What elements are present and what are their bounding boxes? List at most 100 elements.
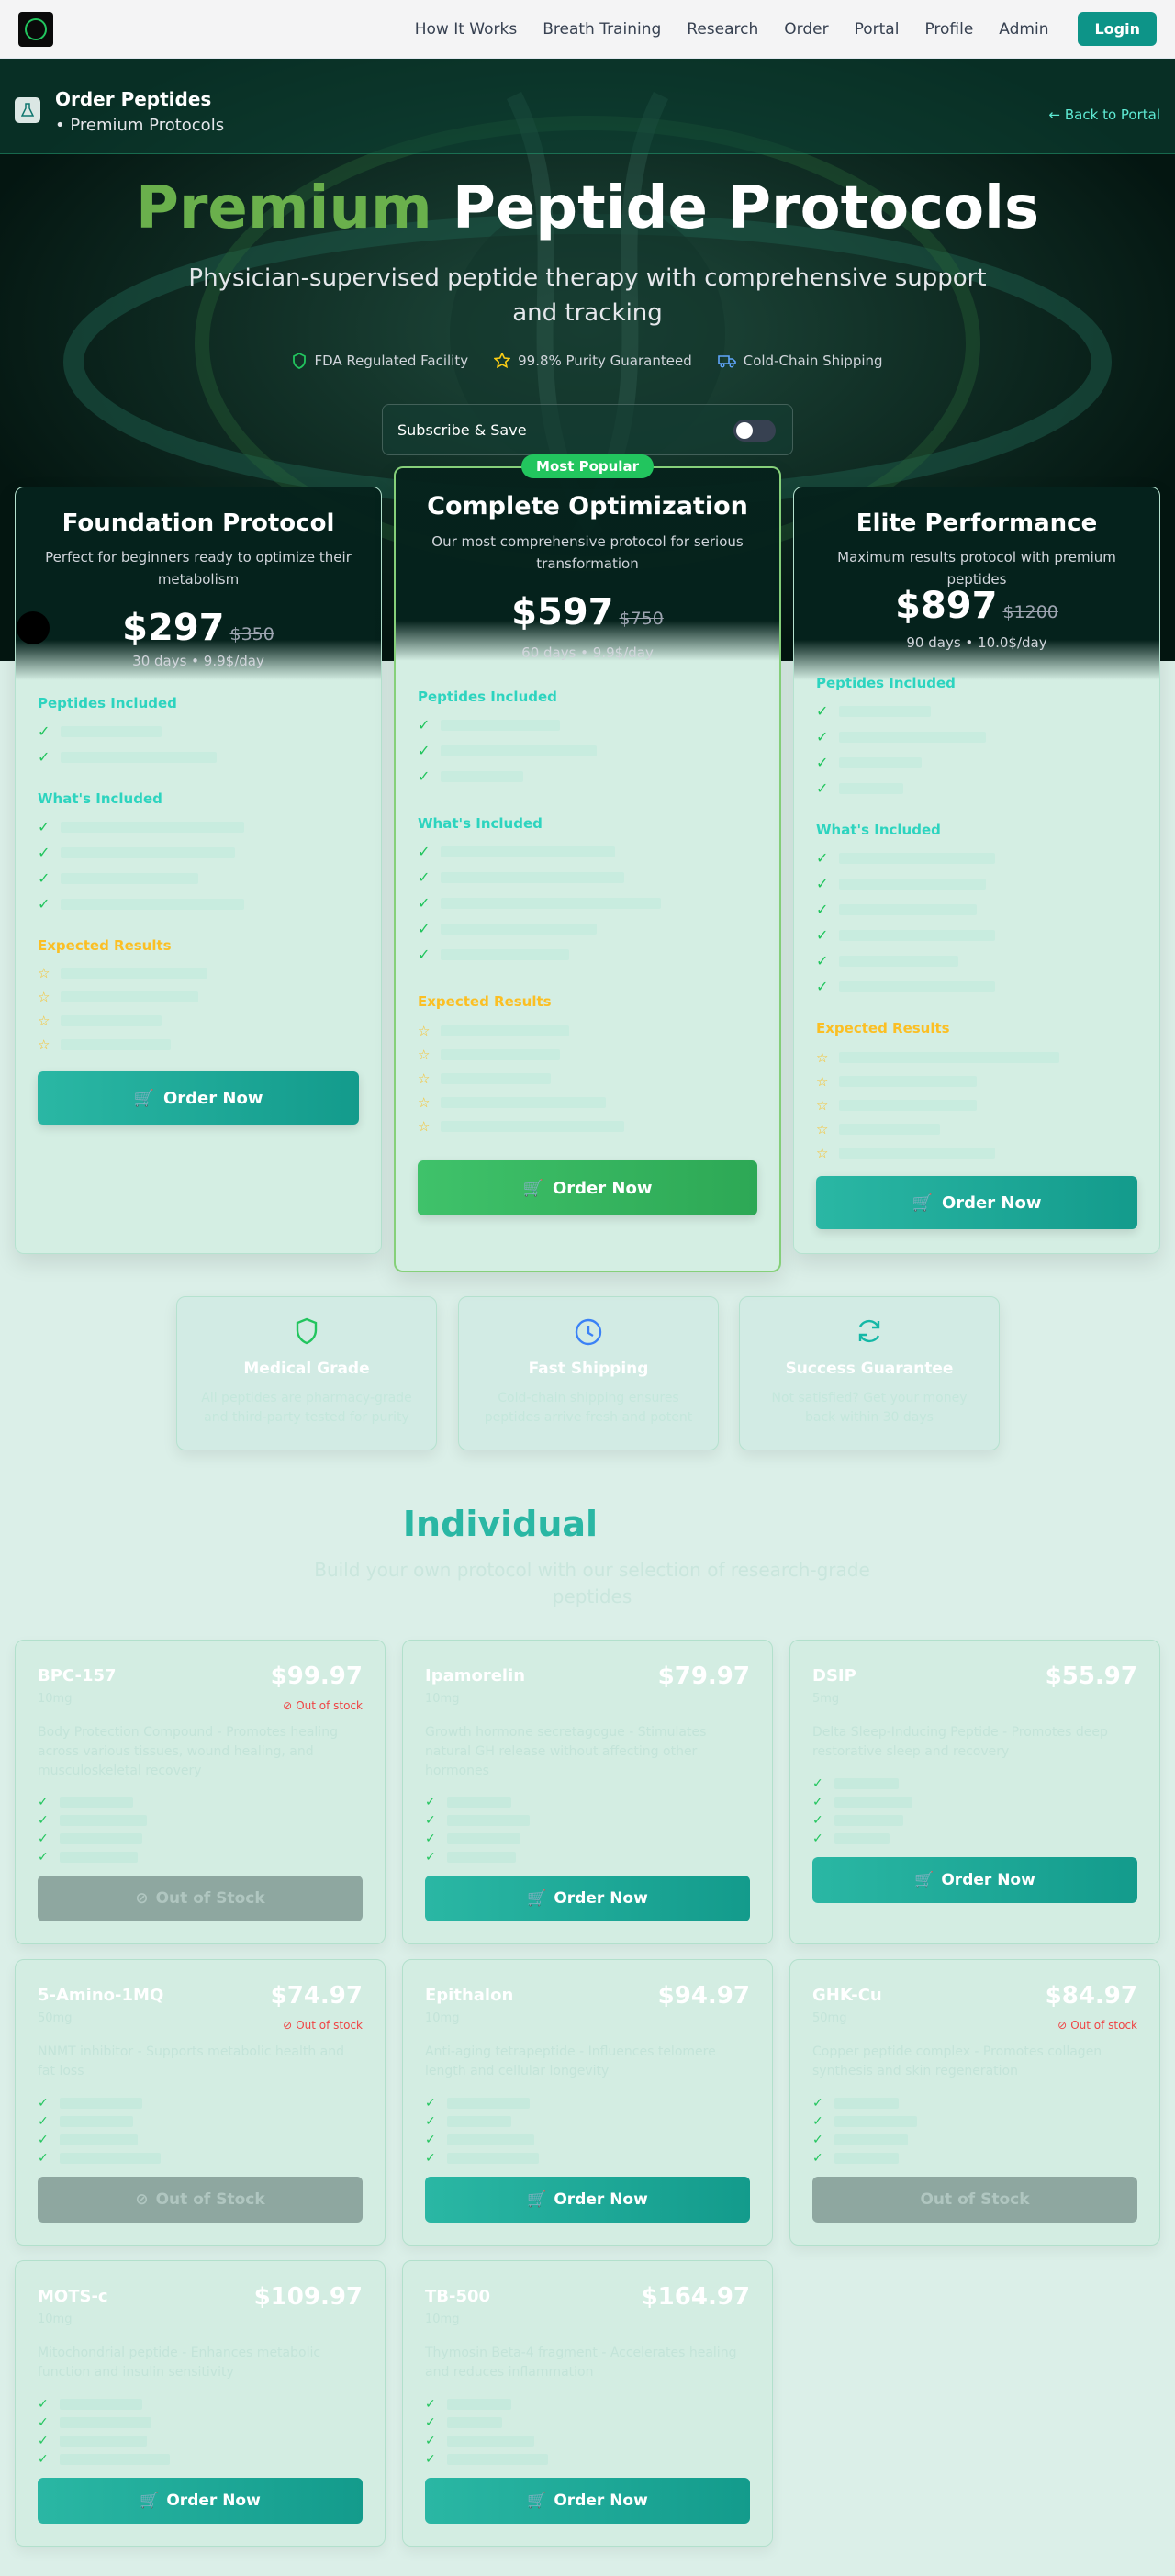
nav-link-order[interactable]: Order	[784, 20, 828, 39]
flask-icon	[15, 97, 40, 123]
plan-duration: 90 days • 10.0$/day	[906, 634, 1047, 651]
nav-link-research[interactable]: Research	[687, 20, 758, 39]
cart-icon: 🛒	[140, 2492, 160, 2510]
product-card-tb-500: TB-500 $164.97 10mg Thymosin Beta-4 frag…	[402, 2260, 773, 2547]
star-icon: ☆	[38, 989, 50, 1005]
product-description: Growth hormone secretagogue - Stimulates…	[425, 1725, 707, 1778]
most-popular-badge: Most Popular	[521, 454, 654, 478]
order-now-button[interactable]: 🛒 Order Now	[38, 1071, 359, 1125]
list-item: ✓	[816, 978, 996, 995]
feature-description: Cold-chain shipping ensures peptides arr…	[484, 1391, 693, 1425]
star-icon: ☆	[816, 1097, 829, 1114]
star-icon	[494, 353, 511, 369]
list-item: ✓	[816, 702, 932, 720]
product-description: Delta Sleep-Inducing Peptide - Promotes …	[812, 1725, 1108, 1759]
star-icon: ☆	[418, 1094, 431, 1111]
list-item: ✓	[418, 767, 524, 785]
subscribe-toggle[interactable]	[733, 420, 776, 442]
decorative-circle	[17, 611, 50, 644]
check-icon: ✓	[812, 1776, 823, 1791]
list-item: ✓	[812, 2151, 899, 2166]
plan-title: Elite Performance	[856, 510, 1098, 537]
peptides-heading: Peptides Included	[38, 695, 177, 711]
list-item: ✓	[816, 728, 987, 745]
feature-card-medical-grade: Medical Grade All peptides are pharmacy-…	[176, 1296, 437, 1450]
order-now-button[interactable]: 🛒 Order Now	[425, 2478, 750, 2524]
nav-link-portal[interactable]: Portal	[855, 20, 900, 39]
product-price: $109.97	[253, 2283, 363, 2311]
feature-card-fast-shipping: Fast Shipping Cold-chain shipping ensure…	[458, 1296, 719, 1450]
star-icon: ☆	[418, 1023, 431, 1039]
list-item: ☆	[418, 1070, 552, 1087]
order-now-button[interactable]: 🛒 Order Now	[812, 1857, 1137, 1903]
order-now-button[interactable]: 🛒 Order Now	[425, 2177, 750, 2223]
login-button[interactable]: Login	[1078, 12, 1157, 46]
check-icon: ✓	[38, 844, 50, 861]
check-icon: ✓	[418, 920, 431, 937]
list-item: ☆	[38, 1036, 172, 1053]
back-to-portal-link[interactable]: ← Back to Portal	[1049, 106, 1160, 123]
product-card-5-amino-1mq: 5-Amino-1MQ $74.97 50mg ⊘ Out of stock NN…	[15, 1959, 386, 2246]
list-item: ✓	[38, 1831, 142, 1846]
plan-duration: 60 days • 9.9$/day	[521, 644, 654, 661]
page-title: Order Peptides	[55, 88, 212, 110]
product-price: $84.97	[1045, 1982, 1137, 2010]
out-of-stock-button[interactable]: ⊘ Out of Stock	[38, 1876, 363, 1921]
check-icon: ✓	[38, 2133, 49, 2147]
feature-card-success-guarantee: Success Guarantee Not satisfied? Get you…	[739, 1296, 1000, 1450]
list-item: ☆	[418, 1094, 607, 1111]
subscribe-save-panel: Subscribe & Save	[382, 404, 793, 455]
logo[interactable]	[18, 11, 53, 47]
check-icon: ✓	[425, 2151, 436, 2166]
plan-card-elite: Elite Performance Maximum results protoc…	[793, 487, 1160, 1254]
check-icon: ✓	[816, 901, 829, 918]
shield-icon	[293, 353, 307, 369]
check-icon: ✓	[38, 818, 50, 835]
cart-icon: 🛒	[133, 1088, 154, 1108]
list-item: ✓	[418, 868, 625, 886]
product-price: $74.97	[270, 1982, 363, 2010]
feature-description: All peptides are pharmacy-grade and thir…	[201, 1391, 412, 1425]
peptides-heading: Peptides Included	[418, 689, 557, 705]
product-card-mots-c: MOTS-c $109.97 10mg Mitochondrial peptid…	[15, 2260, 386, 2547]
check-icon: ✓	[425, 2434, 436, 2448]
stock-status: ⊘ Out of stock	[283, 2019, 363, 2032]
order-now-button[interactable]: 🛒 Order Now	[38, 2478, 363, 2524]
list-item: ✓	[418, 716, 561, 734]
list-item: ✓	[816, 926, 996, 944]
list-item: ✓	[418, 946, 570, 963]
hero-subtitle: Physician-supervised peptide therapy wit…	[188, 264, 987, 327]
list-item: ✓	[38, 748, 218, 766]
out-of-stock-button[interactable]: Out of Stock	[812, 2177, 1137, 2223]
check-icon: ✓	[38, 1795, 49, 1809]
list-item: ☆	[418, 1023, 570, 1039]
list-item: ✓	[425, 2415, 502, 2430]
order-now-button[interactable]: 🛒 Order Now	[418, 1160, 757, 1215]
product-card-dsip: DSIP $55.97 5mg Delta Sleep-Inducing Pep…	[789, 1640, 1160, 1944]
included-heading: What's Included	[38, 790, 162, 807]
nav-link-admin[interactable]: Admin	[999, 20, 1048, 39]
check-icon: ✓	[418, 716, 431, 734]
list-item: ✓	[812, 2133, 908, 2147]
order-now-button[interactable]: 🛒 Order Now	[816, 1176, 1137, 1229]
list-item: ✓	[418, 843, 616, 860]
nav-link-breath-training[interactable]: Breath Training	[543, 20, 661, 39]
alert-icon: ⊘	[135, 1889, 149, 1908]
alert-icon: ⊘	[283, 1699, 293, 1712]
out-of-stock-button[interactable]: ⊘ Out of Stock	[38, 2177, 363, 2223]
plan-description: Maximum results protocol with premium pe…	[837, 549, 1116, 588]
list-item: ✓	[816, 901, 978, 918]
page-subheader: Order Peptides • Premium Protocols ← Bac…	[0, 59, 1175, 154]
product-price: $79.97	[657, 1663, 750, 1690]
results-heading: Expected Results	[418, 993, 552, 1010]
nav-link-profile[interactable]: Profile	[924, 20, 973, 39]
nav-link-how-it-works[interactable]: How It Works	[415, 20, 517, 39]
plan-description: Perfect for beginners ready to optimize …	[45, 549, 352, 588]
plan-card-foundation: Foundation Protocol Perfect for beginner…	[15, 487, 382, 1254]
plan-duration: 30 days • 9.9$/day	[132, 653, 264, 669]
product-card-epithalon: Epithalon $94.97 10mg Anti-aging tetrape…	[402, 1959, 773, 2246]
check-icon: ✓	[425, 2452, 436, 2467]
order-now-button[interactable]: 🛒 Order Now	[425, 1876, 750, 1921]
list-item: ✓	[425, 2151, 539, 2166]
check-icon: ✓	[38, 2434, 49, 2448]
